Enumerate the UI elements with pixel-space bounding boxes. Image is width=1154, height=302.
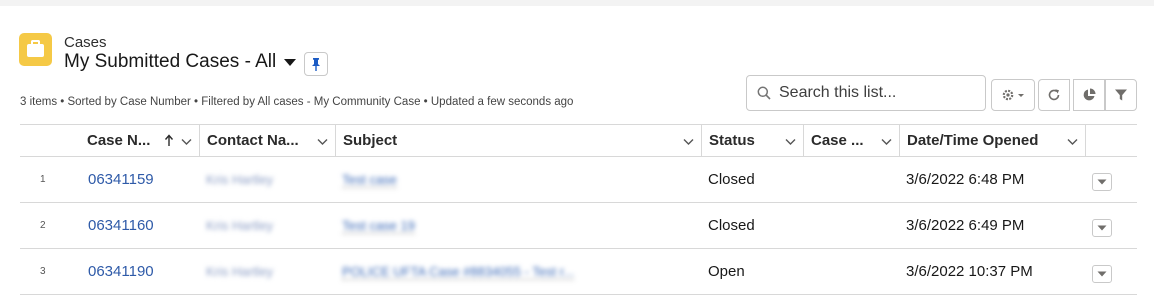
subject-text[interactable]: Test case 19 <box>342 218 415 234</box>
chevron-down-icon[interactable] <box>180 135 193 148</box>
table-header-row: Case N... Contact Na... Subject Status C… <box>20 124 1137 157</box>
contact-name-link[interactable]: Kris Hartley <box>206 203 273 248</box>
row-actions-button[interactable] <box>1092 173 1112 191</box>
object-label: Cases <box>64 34 107 51</box>
chevron-down-icon <box>1097 271 1107 277</box>
briefcase-icon <box>19 33 52 66</box>
chevron-down-icon[interactable] <box>1066 135 1079 148</box>
row-actions-button[interactable] <box>1092 219 1112 237</box>
column-label[interactable]: Subject <box>343 132 397 149</box>
status-cell: Open <box>708 263 745 280</box>
subject-link[interactable]: Test case 19 <box>342 203 415 248</box>
refresh-button[interactable] <box>1038 79 1070 111</box>
column-header-contact-name[interactable]: Contact Na... <box>199 125 335 156</box>
subject-text[interactable]: Test case <box>342 172 397 188</box>
case-number-link[interactable]: 06341160 <box>88 203 154 248</box>
status-cell: Closed <box>708 217 755 234</box>
search-icon <box>757 86 771 100</box>
row-number: 2 <box>40 220 46 231</box>
subject-link[interactable]: POLICE UFTA Case #8834055 - Test r... <box>342 249 575 294</box>
charts-button[interactable] <box>1073 79 1105 111</box>
table-row: 3 06341190 Kris Hartley POLICE UFTA Case… <box>20 249 1137 295</box>
column-header-subject[interactable]: Subject <box>335 125 701 156</box>
column-header-date-opened[interactable]: Date/Time Opened <box>899 125 1085 156</box>
column-label[interactable]: Date/Time Opened <box>907 132 1038 149</box>
pin-list-button[interactable] <box>304 52 328 76</box>
status-cell: Closed <box>708 171 755 188</box>
table-row: 2 06341160 Kris Hartley Test case 19 Clo… <box>20 203 1137 249</box>
chevron-down-icon <box>1097 179 1107 185</box>
table-row: 1 06341159 Kris Hartley Test case Closed… <box>20 157 1137 203</box>
sort-ascending-icon <box>164 134 174 146</box>
chevron-down-icon[interactable] <box>682 135 695 148</box>
column-label[interactable]: Case ... <box>811 132 864 149</box>
list-view-dropdown-icon[interactable] <box>284 58 297 66</box>
subject-link[interactable]: Test case <box>342 157 397 202</box>
date-opened-cell: 3/6/2022 6:48 PM <box>906 171 1025 188</box>
row-number: 3 <box>40 266 46 277</box>
chevron-down-icon <box>1097 225 1107 231</box>
column-header-case-number[interactable]: Case N... <box>80 125 199 156</box>
filter-button[interactable] <box>1105 79 1137 111</box>
cases-table: Case N... Contact Na... Subject Status C… <box>20 124 1137 295</box>
contact-name-link[interactable]: Kris Hartley <box>206 157 273 202</box>
column-label[interactable]: Case N... <box>87 132 150 149</box>
top-strip <box>0 0 1154 6</box>
column-header-actions <box>1085 125 1137 156</box>
date-opened-cell: 3/6/2022 10:37 PM <box>906 263 1033 280</box>
case-number-link[interactable]: 06341190 <box>88 249 154 294</box>
chart-icon <box>1083 88 1096 101</box>
filter-icon <box>1115 89 1127 101</box>
list-view-title-text[interactable]: My Submitted Cases - All <box>64 51 276 73</box>
search-box[interactable] <box>746 75 986 111</box>
case-number[interactable]: 06341159 <box>88 171 154 188</box>
pin-icon <box>312 58 320 71</box>
chevron-down-icon[interactable] <box>784 135 797 148</box>
column-header-case-extra[interactable]: Case ... <box>803 125 899 156</box>
case-number[interactable]: 06341160 <box>88 217 154 234</box>
refresh-icon <box>1048 89 1060 101</box>
chevron-down-icon[interactable] <box>880 135 893 148</box>
row-actions-button[interactable] <box>1092 265 1112 283</box>
gear-icon <box>1002 89 1024 101</box>
date-opened-cell: 3/6/2022 6:49 PM <box>906 217 1025 234</box>
contact-name-link[interactable]: Kris Hartley <box>206 249 273 294</box>
subject-text[interactable]: POLICE UFTA Case #8834055 - Test r... <box>342 264 575 280</box>
list-settings-button[interactable] <box>991 79 1035 111</box>
column-header-status[interactable]: Status <box>701 125 803 156</box>
case-number-link[interactable]: 06341159 <box>88 157 154 202</box>
case-number[interactable]: 06341190 <box>88 263 154 280</box>
column-label[interactable]: Status <box>709 132 755 149</box>
row-number: 1 <box>40 174 46 185</box>
list-view-title[interactable]: My Submitted Cases - All <box>64 51 297 73</box>
search-input[interactable] <box>779 84 969 102</box>
list-meta-info: 3 items • Sorted by Case Number • Filter… <box>20 96 574 108</box>
chevron-down-icon[interactable] <box>316 135 329 148</box>
column-label[interactable]: Contact Na... <box>207 132 299 149</box>
